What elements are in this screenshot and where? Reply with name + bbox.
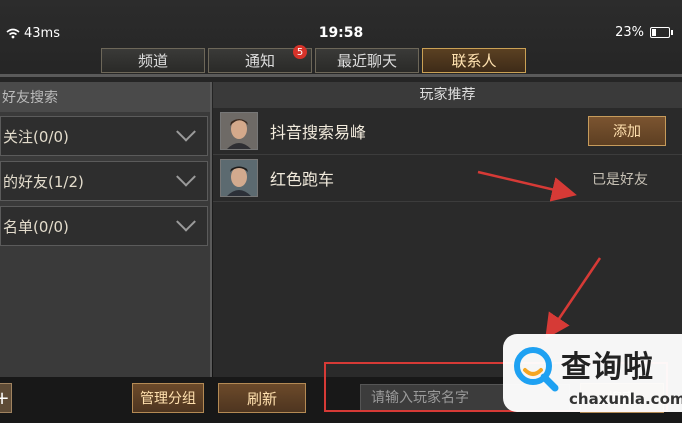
refresh-button[interactable]: 刷新 [218, 383, 306, 413]
status-bar: 43ms 19:58 23% [0, 20, 682, 46]
game-window: 43ms 19:58 23% 频道 通知 5 最近聊天 联系人 好友搜索 关注(… [0, 0, 682, 423]
friend-groups-panel: 好友搜索 关注(0/0) 的好友(1/2) 名单(0/0) [0, 82, 212, 377]
player-row: 抖音搜索易峰 添加 [213, 108, 682, 155]
avatar[interactable] [220, 159, 258, 197]
tab-divider [0, 74, 682, 77]
battery-text: 23% [615, 25, 644, 40]
panel-title: 玩家推荐 [213, 82, 682, 108]
chevron-down-icon [176, 211, 196, 232]
watermark-text: 查询啦 [561, 350, 654, 385]
notification-badge: 5 [293, 45, 307, 59]
group-label: 关注(0/0) [3, 127, 69, 146]
search-icon [514, 347, 559, 392]
tab-channel[interactable]: 频道 [101, 48, 205, 73]
already-friend-label: 已是好友 [592, 172, 648, 188]
player-recommend-panel: 玩家推荐 抖音搜索易峰 添加 红色跑车 已是好友 [213, 82, 682, 377]
group-following[interactable]: 关注(0/0) [0, 116, 208, 156]
group-blacklist[interactable]: 名单(0/0) [0, 206, 208, 246]
plus-icon: + [0, 387, 10, 409]
tab-notifications[interactable]: 通知 5 [208, 45, 312, 73]
avatar[interactable] [220, 112, 258, 150]
group-friends[interactable]: 的好友(1/2) [0, 161, 208, 201]
battery-icon [650, 27, 673, 38]
player-name: 抖音搜索易峰 [270, 123, 367, 142]
clock: 19:58 [318, 25, 364, 41]
tab-contacts[interactable]: 联系人 [422, 48, 526, 73]
watermark-logo: 查询啦 chaxunla.com [503, 334, 682, 412]
group-label: 的好友(1/2) [3, 172, 84, 191]
add-friend-button[interactable]: 添加 [588, 116, 666, 146]
watermark-url: chaxunla.com [569, 390, 682, 408]
player-row: 红色跑车 已是好友 [213, 155, 682, 202]
friend-search-tab[interactable]: 好友搜索 [0, 82, 210, 112]
player-name: 红色跑车 [270, 170, 335, 189]
add-group-button[interactable]: + [0, 383, 12, 413]
chevron-down-icon [176, 121, 196, 142]
tab-recent-chats[interactable]: 最近聊天 [315, 48, 419, 73]
manage-groups-button[interactable]: 管理分组 [132, 383, 204, 413]
chevron-down-icon [176, 166, 196, 187]
tab-bar: 频道 通知 5 最近聊天 联系人 [101, 45, 526, 74]
battery-indicator: 23% [615, 25, 673, 40]
group-label: 名单(0/0) [3, 217, 69, 236]
